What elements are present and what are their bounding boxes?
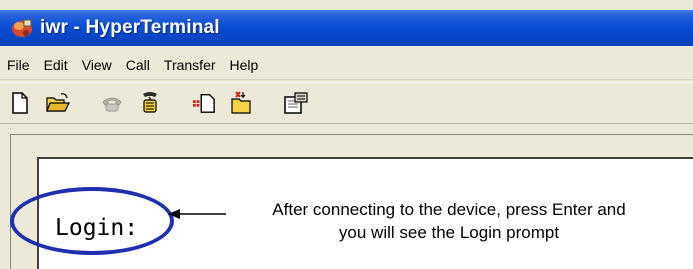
- send-button[interactable]: [192, 91, 216, 115]
- new-document-icon: [12, 92, 28, 114]
- new-connection-button[interactable]: [8, 91, 32, 115]
- phone-connect-icon: [102, 97, 122, 112]
- annotation-line-2: you will see the Login prompt: [338, 223, 560, 242]
- disconnect-button[interactable]: [138, 91, 162, 115]
- toolbar: [0, 82, 693, 124]
- properties-button[interactable]: [284, 91, 308, 115]
- menu-call[interactable]: Call: [126, 57, 150, 73]
- send-file-icon: [192, 94, 215, 113]
- open-button[interactable]: [46, 91, 70, 115]
- window-title: iwr - HyperTerminal: [40, 17, 220, 38]
- menu-file[interactable]: File: [7, 57, 30, 73]
- receive-file-icon: [231, 91, 251, 114]
- menu-edit[interactable]: Edit: [44, 57, 68, 73]
- receive-button[interactable]: [230, 91, 254, 115]
- menu-transfer[interactable]: Transfer: [164, 57, 216, 73]
- annotation-text: After connecting to the device, press En…: [205, 198, 693, 244]
- disconnect-icon: [143, 92, 157, 113]
- open-folder-icon: [46, 93, 70, 112]
- properties-icon: [284, 92, 308, 114]
- menu-bar: File Edit View Call Transfer Help: [0, 50, 693, 80]
- menu-view[interactable]: View: [82, 57, 112, 73]
- hyperterminal-window: iwr - HyperTerminal File Edit View Call …: [0, 0, 693, 269]
- title-bar[interactable]: iwr - HyperTerminal: [0, 10, 693, 46]
- call-button[interactable]: [100, 91, 124, 115]
- menu-help[interactable]: Help: [230, 57, 259, 73]
- highlight-ellipse: [10, 187, 174, 255]
- annotation-line-1: After connecting to the device, press En…: [272, 200, 626, 219]
- hyperterminal-app-icon: [10, 17, 34, 39]
